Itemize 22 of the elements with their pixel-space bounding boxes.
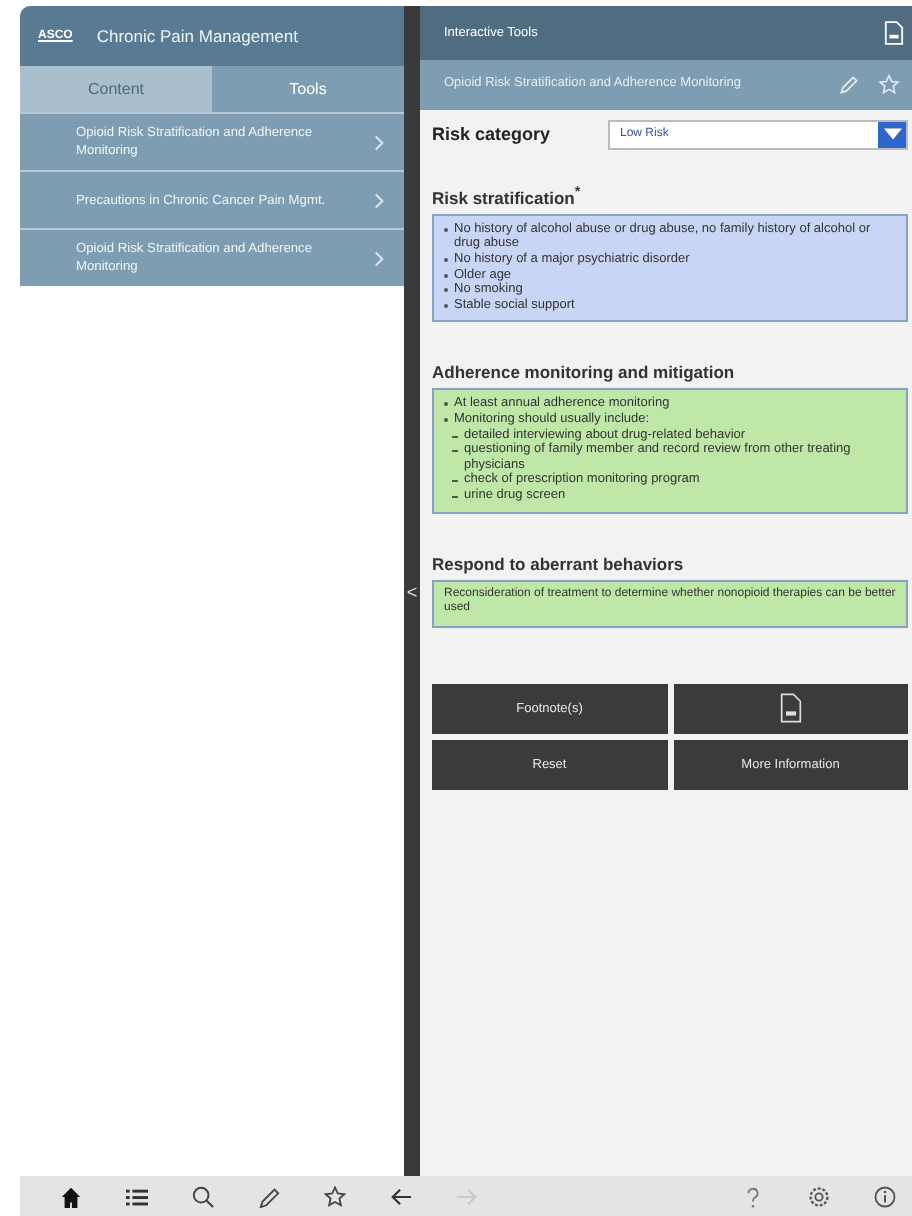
- caret-down-icon: [883, 128, 901, 140]
- search-icon[interactable]: [192, 1185, 214, 1207]
- section-heading: Risk stratification$^{*}$: [432, 184, 583, 208]
- back-arrow-icon[interactable]: [390, 1185, 412, 1207]
- app-title: Chronic Pain Management: [96, 26, 298, 46]
- home-icon[interactable]: [60, 1185, 82, 1207]
- document-icon[interactable]: [779, 692, 802, 725]
- section-heading: Respond to aberrant behaviors: [432, 553, 686, 574]
- chevron-right-icon: [374, 133, 384, 151]
- section-heading: Adherence monitoring and mitigation: [432, 362, 737, 383]
- list-icon[interactable]: [126, 1185, 148, 1207]
- chevron-right-icon: [374, 249, 384, 267]
- settings-icon[interactable]: [808, 1185, 830, 1207]
- star-icon[interactable]: [324, 1185, 346, 1207]
- pencil-icon[interactable]: [258, 1185, 280, 1207]
- dash-icon: [452, 495, 458, 498]
- help-icon[interactable]: [742, 1185, 764, 1207]
- dash-icon: [452, 450, 458, 453]
- field-label: Risk category: [432, 124, 553, 144]
- collapse-handle[interactable]: <: [406, 581, 418, 601]
- info-icon[interactable]: [874, 1185, 896, 1207]
- chevron-right-icon: [374, 191, 384, 209]
